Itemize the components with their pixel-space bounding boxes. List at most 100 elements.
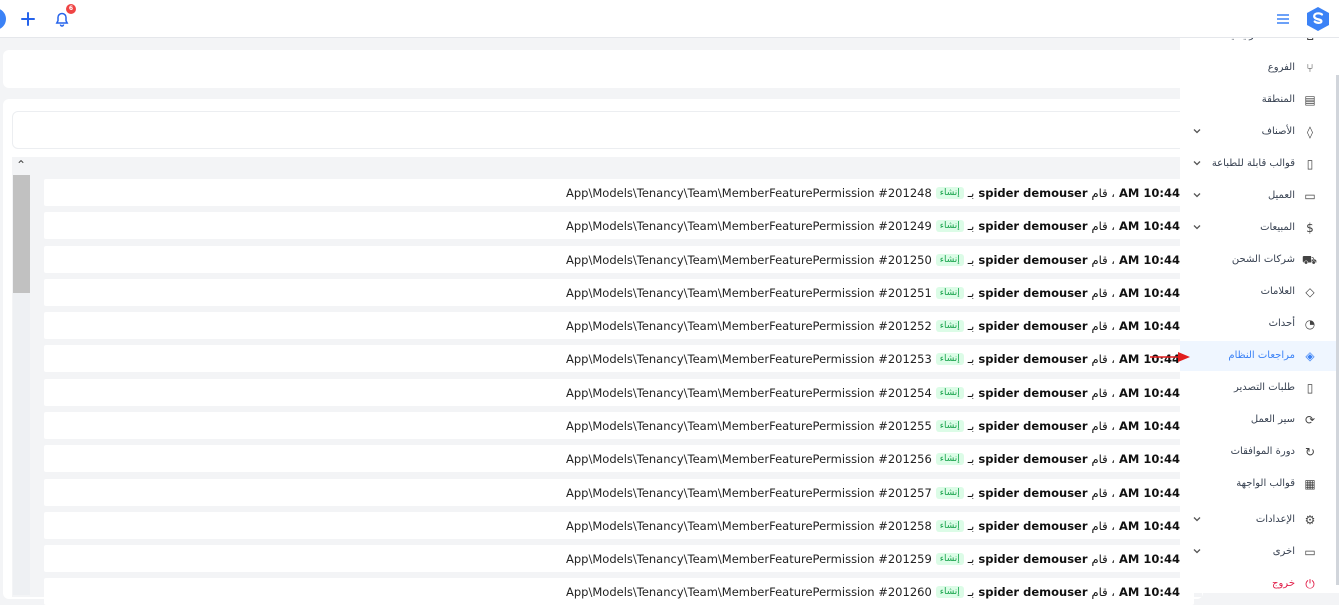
sidebar-item[interactable]: ▤ المنطقة <box>1180 85 1339 115</box>
audit-verb: ، قام <box>1091 252 1116 267</box>
sidebar-item[interactable]: ⛟ شركات الشحن <box>1180 245 1339 275</box>
sidebar-item[interactable]: ▭ اخرى <box>1180 537 1339 567</box>
audit-model[interactable]: App\Models\Tenancy\Team\MemberFeaturePer… <box>566 519 932 533</box>
add-button[interactable] <box>16 7 40 31</box>
sidebar-item[interactable]: ⌂ الصفحة الرئيسية <box>1180 38 1339 51</box>
audit-actor[interactable]: spider demouser <box>978 452 1087 466</box>
audit-by: بـ <box>967 385 975 400</box>
chevron-down-icon[interactable] <box>1192 546 1202 556</box>
audit-time: AM 10:44 <box>1119 252 1180 267</box>
audit-actor[interactable]: spider demouser <box>978 352 1087 366</box>
audit-actor[interactable]: spider demouser <box>978 219 1087 233</box>
audit-by: بـ <box>967 518 975 533</box>
audit-actor[interactable]: spider demouser <box>978 419 1087 433</box>
audit-row[interactable]: AM 10:44 ، قام spider demouser بـ إنشاء App\M… <box>44 445 1194 472</box>
audit-verb: ، قام <box>1091 451 1116 466</box>
audit-actor[interactable]: spider demouser <box>978 386 1087 400</box>
audit-icon: ◈ <box>1305 349 1315 363</box>
user-avatar[interactable] <box>0 8 6 30</box>
plus-icon <box>21 12 35 26</box>
audit-action-tag: إنشاء <box>935 486 964 499</box>
audit-verb: ، قام <box>1091 185 1116 200</box>
audit-actor[interactable]: spider demouser <box>978 253 1087 267</box>
audit-model[interactable]: App\Models\Tenancy\Team\MemberFeaturePer… <box>566 552 932 566</box>
sidebar-item[interactable]: ⚙ الإعدادات <box>1180 505 1339 535</box>
audit-time: AM 10:44 <box>1119 418 1180 433</box>
audit-row[interactable]: AM 10:44 ، قام spider demouser بـ إنشاء App\M… <box>44 212 1194 239</box>
audit-model[interactable]: App\Models\Tenancy\Team\MemberFeaturePer… <box>566 319 932 333</box>
sidebar-item[interactable]: ⏻ خروج <box>1180 569 1339 593</box>
sidebar-item[interactable]: ▯ طلبات التصدير <box>1180 373 1339 403</box>
audit-by: بـ <box>967 185 975 200</box>
brand-logo-icon[interactable] <box>1305 6 1331 32</box>
scroll-up-icon[interactable]: ⌃ <box>12 157 30 173</box>
audit-row[interactable]: AM 10:44 ، قام spider demouser بـ إنشاء App\M… <box>44 246 1194 273</box>
audit-model[interactable]: App\Models\Tenancy\Team\MemberFeaturePer… <box>566 219 932 233</box>
chevron-down-icon[interactable] <box>1192 126 1202 136</box>
audit-time: AM 10:44 <box>1119 185 1180 200</box>
sidebar-item[interactable]: ↻ دورة الموافقات <box>1180 437 1339 467</box>
sidebar-item[interactable]: ▯ قوالب قابلة للطباعة <box>1180 149 1339 179</box>
audit-actor[interactable]: spider demouser <box>978 585 1087 599</box>
sidebar-item[interactable]: ⑂ الفروع <box>1180 53 1339 83</box>
chevron-down-icon[interactable] <box>1192 514 1202 524</box>
audit-model[interactable]: App\Models\Tenancy\Team\MemberFeaturePer… <box>566 419 932 433</box>
audit-action-tag: إنشاء <box>935 186 964 199</box>
audit-by: بـ <box>967 218 975 233</box>
audit-actor[interactable]: spider demouser <box>978 519 1087 533</box>
audit-verb: ، قام <box>1091 351 1116 366</box>
scrollbar-thumb[interactable] <box>13 175 30 293</box>
sidebar-item[interactable]: $ المبيعات <box>1180 213 1339 243</box>
tag-icon: ◇ <box>1305 285 1315 299</box>
audit-verb: ، قام <box>1091 318 1116 333</box>
audit-model[interactable]: App\Models\Tenancy\Team\MemberFeaturePer… <box>566 452 932 466</box>
audit-time: AM 10:44 <box>1119 551 1180 566</box>
sidebar-item-label: اخرى <box>1272 546 1295 557</box>
sidebar-item-label: شركات الشحن <box>1231 254 1295 265</box>
search-bar[interactable] <box>12 111 1202 149</box>
audit-model[interactable]: App\Models\Tenancy\Team\MemberFeaturePer… <box>566 352 932 366</box>
audit-row[interactable]: AM 10:44 ، قام spider demouser بـ إنشاء App\M… <box>44 379 1194 406</box>
audit-actor[interactable]: spider demouser <box>978 319 1087 333</box>
sidebar-item[interactable]: ◈ مراجعات النظام <box>1180 341 1339 371</box>
audit-model[interactable]: App\Models\Tenancy\Team\MemberFeaturePer… <box>566 286 932 300</box>
chevron-down-icon[interactable] <box>1192 222 1202 232</box>
menu-toggle-button[interactable] <box>1271 7 1295 31</box>
audit-model[interactable]: App\Models\Tenancy\Team\MemberFeaturePer… <box>566 585 932 599</box>
audit-model[interactable]: App\Models\Tenancy\Team\MemberFeaturePer… <box>566 186 932 200</box>
audit-row[interactable]: AM 10:44 ، قام spider demouser بـ إنشاء App\M… <box>44 479 1194 506</box>
audit-actor[interactable]: spider demouser <box>978 186 1087 200</box>
audit-row-content: AM 10:44 ، قام spider demouser بـ إنشاء App\M… <box>566 246 1180 273</box>
sidebar-item-label: قوالب الواجهة <box>1236 478 1295 489</box>
audit-model[interactable]: App\Models\Tenancy\Team\MemberFeaturePer… <box>566 486 932 500</box>
audit-actor[interactable]: spider demouser <box>978 552 1087 566</box>
audit-row[interactable]: AM 10:44 ، قام spider demouser بـ إنشاء App\M… <box>44 412 1194 439</box>
audit-action-tag: إنشاء <box>935 319 964 332</box>
audit-row[interactable]: AM 10:44 ، قام spider demouser بـ إنشاء App\M… <box>44 512 1194 539</box>
chevron-down-icon[interactable] <box>1192 158 1202 168</box>
audit-row[interactable]: AM 10:44 ، قام spider demouser بـ إنشاء App\M… <box>44 279 1194 306</box>
sidebar-item[interactable]: ◊ الأصناف <box>1180 117 1339 147</box>
audit-row[interactable]: AM 10:44 ، قام spider demouser بـ إنشاء App\M… <box>44 345 1194 372</box>
audit-by: بـ <box>967 318 975 333</box>
notifications-button[interactable]: 6 <box>50 4 76 31</box>
audit-actor[interactable]: spider demouser <box>978 286 1087 300</box>
sidebar-item[interactable]: ▭ العميل <box>1180 181 1339 211</box>
audit-row[interactable]: AM 10:44 ، قام spider demouser بـ إنشاء App\M… <box>44 578 1194 605</box>
audit-row-content: AM 10:44 ، قام spider demouser بـ إنشاء App\M… <box>566 345 1180 372</box>
audit-model[interactable]: App\Models\Tenancy\Team\MemberFeaturePer… <box>566 253 932 267</box>
audit-model[interactable]: App\Models\Tenancy\Team\MemberFeaturePer… <box>566 386 932 400</box>
sidebar-item[interactable]: ⟳ سير العمل <box>1180 405 1339 435</box>
audit-row[interactable]: AM 10:44 ، قام spider demouser بـ إنشاء App\M… <box>44 179 1194 206</box>
sidebar-item[interactable]: ▦ قوالب الواجهة <box>1180 469 1339 499</box>
audit-verb: ، قام <box>1091 584 1116 599</box>
audit-actor[interactable]: spider demouser <box>978 486 1087 500</box>
audit-row[interactable]: AM 10:44 ، قام spider demouser بـ إنشاء App\M… <box>44 312 1194 339</box>
audit-by: بـ <box>967 551 975 566</box>
chevron-down-icon[interactable] <box>1192 190 1202 200</box>
sidebar-item[interactable]: ◔ أحداث <box>1180 309 1339 339</box>
sidebar-item[interactable]: ◇ العلامات <box>1180 277 1339 307</box>
sidebar-item-label: الإعدادات <box>1255 514 1295 525</box>
hamburger-icon <box>1277 14 1289 24</box>
audit-row[interactable]: AM 10:44 ، قام spider demouser بـ إنشاء App\M… <box>44 545 1194 572</box>
